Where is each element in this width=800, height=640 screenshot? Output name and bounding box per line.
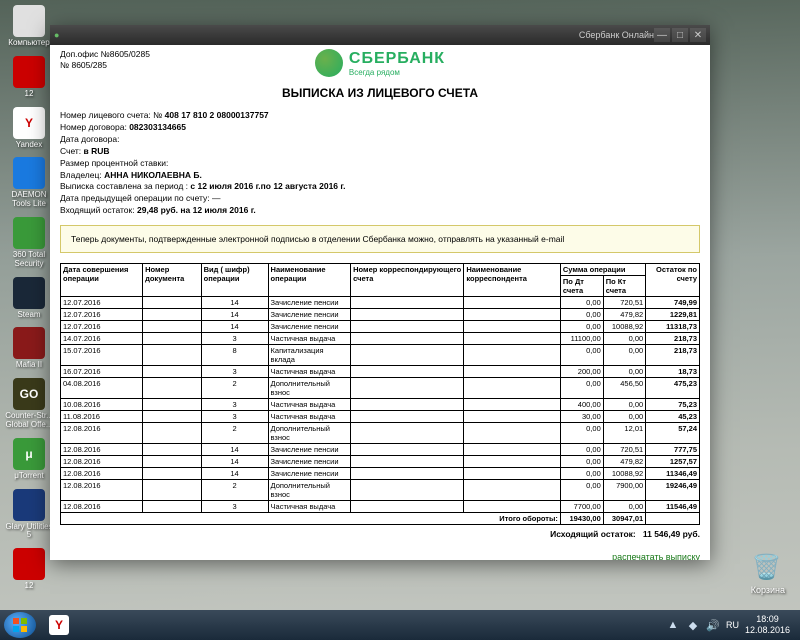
minimize-button[interactable]: — (654, 28, 670, 42)
desktop-icon[interactable]: Steam (5, 277, 53, 320)
desktop-app-icon (13, 56, 45, 88)
taskbar: Y ▲ ◆ 🔊 RU 18:09 12.08.2016 (0, 610, 800, 640)
desktop-app-icon (13, 277, 45, 309)
desktop-icon-label: 12 (25, 582, 34, 591)
col-docnum: Номер документа (143, 264, 202, 297)
table-row: 12.07.201614Зачисление пенсии0,00479,821… (61, 309, 700, 321)
desktop-app-icon: Y (13, 107, 45, 139)
table-row: 10.08.20163Частичная выдача400,000,0075,… (61, 399, 700, 411)
bank-slogan: Всегда рядом (349, 68, 400, 77)
desktop-icon-label: μTorrent (14, 472, 44, 481)
table-row: 12.08.201614Зачисление пенсии0,0010088,9… (61, 468, 700, 480)
recycle-bin[interactable]: 🗑️ Корзина (751, 553, 785, 595)
table-row: 12.08.20163Частичная выдача7700,000,0011… (61, 501, 700, 513)
col-opname: Наименование операции (268, 264, 351, 297)
close-button[interactable]: ✕ (690, 28, 706, 42)
desktop-icon-label: Glary Utilities 5 (5, 523, 53, 541)
desktop-icon[interactable]: 12 (5, 548, 53, 591)
bank-name: СБЕРБАНК (349, 50, 445, 68)
desktop-app-icon (13, 5, 45, 37)
desktop-app-icon (13, 548, 45, 580)
maximize-button[interactable]: □ (672, 28, 688, 42)
table-row: 12.08.201614Зачисление пенсии0,00720,517… (61, 444, 700, 456)
transactions-table: Дата совершения операции Номер документа… (60, 263, 700, 525)
page-title: Сбербанк Онлайн (579, 30, 654, 40)
print-link[interactable]: распечатать выписку (612, 552, 700, 560)
desktop-app-icon (13, 489, 45, 521)
secure-indicator-icon: ● (54, 30, 59, 40)
table-row: 15.07.20168Капитализация вклада0,000,002… (61, 345, 700, 366)
desktop-icons-column: Компьютер 12 Y Yandex DAEMON Tools Lite 360 T… (5, 5, 53, 591)
desktop-icon[interactable]: Glary Utilities 5 (5, 489, 53, 541)
desktop-icon[interactable]: 360 Total Security (5, 217, 53, 269)
titlebar[interactable]: ● Сбербанк Онлайн — □ ✕ (50, 25, 710, 45)
tray-clock[interactable]: 18:09 12.08.2016 (745, 614, 790, 636)
desktop-icon-label: Компьютер (8, 39, 49, 48)
desktop-icon[interactable]: Mafia II (5, 327, 53, 370)
taskbar-yandex[interactable]: Y (41, 612, 77, 638)
desktop-app-icon (13, 157, 45, 189)
table-row: 14.07.20163Частичная выдача11100,000,002… (61, 333, 700, 345)
desktop-icon[interactable]: DAEMON Tools Lite (5, 157, 53, 209)
col-code: Вид ( шифр) операции (201, 264, 268, 297)
col-debit: По Дт счета (560, 276, 603, 297)
table-row: 12.08.20162Дополнительный взнос0,007900,… (61, 480, 700, 501)
desktop-app-icon: μ (13, 438, 45, 470)
windows-logo-icon (12, 617, 28, 633)
desktop-icon[interactable]: GO Counter-Str... Global Offe... (5, 378, 53, 430)
desktop-icon-label: DAEMON Tools Lite (5, 191, 53, 209)
bank-logo-area: СБЕРБАНК Всегда рядом (60, 49, 700, 80)
tray-volume-icon[interactable]: 🔊 (706, 618, 720, 632)
table-row: 16.07.20163Частичная выдача200,000,0018,… (61, 366, 700, 378)
document-content[interactable]: Доп.офис №8605/0285 № 8605/285 СБЕРБАНК … (50, 45, 710, 560)
desktop-app-icon (13, 217, 45, 249)
tray-flag-icon[interactable]: ▲ (666, 618, 680, 632)
table-row: 11.08.20163Частичная выдача30,000,0045,2… (61, 411, 700, 423)
desktop-icon-label: Steam (17, 311, 40, 320)
desktop-app-icon (13, 327, 45, 359)
recycle-bin-icon: 🗑️ (752, 553, 784, 585)
table-row: 12.08.201614Зачисление пенсии0,00479,821… (61, 456, 700, 468)
desktop-icon[interactable]: Y Yandex (5, 107, 53, 150)
tray-lang[interactable]: RU (726, 620, 739, 630)
desktop-app-icon: GO (13, 378, 45, 410)
col-sum: Сумма операции (560, 264, 645, 276)
closing-balance: Исходящий остаток: 11 546,49 руб. (60, 529, 700, 539)
desktop-icon-label: Counter-Str... Global Offe... (5, 412, 53, 430)
desktop-icon-label: Mafia II (16, 361, 42, 370)
desktop-icon-label: 12 (25, 90, 34, 99)
desktop-icon[interactable]: Компьютер (5, 5, 53, 48)
col-corr-acc: Номер корреспондирующего счета (351, 264, 464, 297)
info-notice: Теперь документы, подтвержденные электро… (60, 225, 700, 253)
col-credit: По Кт счета (603, 276, 645, 297)
desktop-icon-label: 360 Total Security (5, 251, 53, 269)
system-tray: ▲ ◆ 🔊 RU 18:09 12.08.2016 (666, 614, 796, 636)
browser-window: ● Сбербанк Онлайн — □ ✕ Доп.офис №8605/0… (50, 25, 710, 560)
table-row: 12.07.201614Зачисление пенсии0,00720,517… (61, 297, 700, 309)
account-meta: Номер лицевого счета: № 408 17 810 2 080… (60, 110, 700, 217)
sberbank-logo-icon (315, 49, 343, 77)
document-title: ВЫПИСКА ИЗ ЛИЦЕВОГО СЧЕТА (60, 86, 700, 100)
start-button[interactable] (4, 612, 36, 638)
desktop-icon-label: Yandex (16, 141, 43, 150)
table-row: 04.08.20162Дополнительный взнос0,00456,5… (61, 378, 700, 399)
col-date: Дата совершения операции (61, 264, 143, 297)
tray-network-icon[interactable]: ◆ (686, 618, 700, 632)
col-balance: Остаток по счету (646, 264, 700, 297)
table-row: 12.07.201614Зачисление пенсии0,0010088,9… (61, 321, 700, 333)
desktop-icon[interactable]: 12 (5, 56, 53, 99)
col-corr-name: Наименование корреспондента (464, 264, 561, 297)
desktop-icon[interactable]: μ μTorrent (5, 438, 53, 481)
table-row: 12.08.20162Дополнительный взнос0,0012,01… (61, 423, 700, 444)
totals-row: Итого обороты:19430,0030947,01 (61, 513, 700, 525)
recycle-bin-label: Корзина (751, 585, 785, 595)
